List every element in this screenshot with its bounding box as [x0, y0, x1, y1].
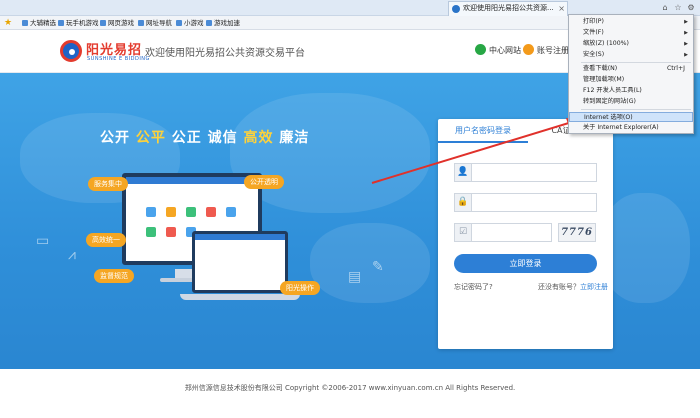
- menu-item-internet-options[interactable]: Internet 选项(O): [569, 112, 693, 122]
- forgot-password-link[interactable]: 忘记密码了?: [454, 282, 493, 292]
- menu-item-about-ie[interactable]: 关于 Internet Explorer(A): [569, 123, 693, 133]
- page-icon: [176, 20, 182, 26]
- pen-icon: ✎: [372, 259, 384, 275]
- menu-item-view-downloads[interactable]: 查看下载(N) Ctrl+J: [569, 64, 693, 74]
- site-favicon-icon: [452, 5, 460, 13]
- hero-tag: 公开透明: [244, 175, 284, 189]
- tools-menu: 打印(P) ▶ 文件(F) ▶ 缩放(Z) (100%) ▶ 安全(S) ▶ 查看下载(…: [568, 14, 694, 134]
- captcha-image[interactable]: 7776: [558, 223, 596, 242]
- fav-item[interactable]: 玩手机游戏: [58, 16, 99, 30]
- tab-username-login[interactable]: 用户名密码登录: [438, 119, 528, 143]
- laptop-illustration: [192, 231, 288, 293]
- fav-item[interactable]: 网页游戏: [100, 16, 134, 30]
- submenu-arrow-icon: ▶: [684, 41, 688, 47]
- favorites-star-icon[interactable]: ☆: [673, 3, 683, 13]
- username-input[interactable]: [474, 165, 592, 180]
- laptop-base: [180, 294, 300, 300]
- app-tile-icon: [206, 207, 216, 217]
- world-map-shape: [600, 193, 690, 303]
- captcha-field[interactable]: ☑: [454, 223, 552, 242]
- document-icon: ▤: [348, 269, 362, 285]
- page-icon: [138, 20, 144, 26]
- username-field[interactable]: 👤: [454, 163, 597, 182]
- favorites-icon[interactable]: ★: [4, 16, 12, 30]
- account-register-link[interactable]: 账号注册: [523, 44, 569, 56]
- submenu-arrow-icon: ▶: [684, 52, 688, 58]
- fav-item[interactable]: 小游戏: [176, 16, 204, 30]
- menu-item-file[interactable]: 文件(F) ▶: [569, 28, 693, 38]
- home-circle-icon: [475, 44, 486, 55]
- fav-item[interactable]: 网址导航: [138, 16, 172, 30]
- logo-subtext: SUNSHINE E BIDDING: [87, 56, 150, 62]
- hero-tag: 服务集中: [88, 177, 128, 191]
- site-slogan: 欢迎使用阳光易招公共资源交易平台: [145, 48, 305, 59]
- center-site-link[interactable]: 中心网站: [475, 44, 521, 56]
- page-footer: 郑州信源信息技术股份有限公司 Copyright ©2006-2017 www.…: [184, 384, 516, 392]
- fav-item[interactable]: 游戏加速: [206, 16, 240, 30]
- screen-header-bar: [126, 177, 258, 184]
- app-tile-icon: [166, 207, 176, 217]
- app-tile-icon: [186, 207, 196, 217]
- user-icon: 👤: [455, 164, 472, 181]
- password-input[interactable]: [474, 195, 592, 210]
- login-button[interactable]: 立即登录: [454, 254, 597, 273]
- tools-gear-icon[interactable]: ⚙: [686, 3, 696, 13]
- page-icon: [100, 20, 106, 26]
- register-now-link[interactable]: 立即注册: [580, 283, 608, 291]
- menu-item-zoom[interactable]: 缩放(Z) (100%) ▶: [569, 39, 693, 49]
- world-map-shape: [310, 223, 430, 303]
- logo-icon[interactable]: [60, 40, 82, 62]
- chart-icon: ⩘: [68, 247, 76, 263]
- browser-tab[interactable]: 欢迎使用阳光易招公共资源... ×: [448, 1, 568, 16]
- fav-item[interactable]: 大辅精选: [22, 16, 56, 30]
- app-tile-icon: [226, 207, 236, 217]
- menu-separator: [581, 62, 691, 63]
- app-tile-icon: [146, 227, 156, 237]
- menu-item-safety[interactable]: 安全(S) ▶: [569, 50, 693, 60]
- lock-icon: 🔒: [455, 194, 472, 211]
- hero-tag: 监督规范: [94, 269, 134, 283]
- page-icon: [58, 20, 64, 26]
- menu-item-print[interactable]: 打印(P) ▶: [569, 17, 693, 27]
- menu-item-pinned-sites[interactable]: 转到固定的网站(G): [569, 97, 693, 107]
- checkbox-icon: ☑: [455, 224, 472, 241]
- tab-title: 欢迎使用阳光易招公共资源...: [463, 4, 554, 12]
- home-icon[interactable]: ⌂: [660, 3, 670, 13]
- page-icon: [22, 20, 28, 26]
- user-circle-icon: [523, 44, 534, 55]
- submenu-arrow-icon: ▶: [684, 30, 688, 36]
- screen-header-bar: [195, 234, 285, 240]
- hero-tag: 阳光操作: [280, 281, 320, 295]
- app-tile-icon: [166, 227, 176, 237]
- page-icon: [206, 20, 212, 26]
- menu-separator: [581, 109, 691, 110]
- hero-tag: 高效统一: [86, 233, 126, 247]
- submenu-arrow-icon: ▶: [684, 19, 688, 25]
- app-tile-icon: [146, 207, 156, 217]
- id-card-icon: ▭: [36, 233, 50, 249]
- menu-item-f12-tools[interactable]: F12 开发人员工具(L): [569, 86, 693, 96]
- register-prompt: 还没有账号？立即注册: [538, 283, 608, 291]
- hero-slogan: 公开 公平 公正 诚信 高效 廉洁: [100, 130, 310, 146]
- menu-item-manage-addons[interactable]: 管理加载项(M): [569, 75, 693, 85]
- captcha-input[interactable]: [474, 225, 548, 240]
- password-field[interactable]: 🔒: [454, 193, 597, 212]
- tab-close-icon[interactable]: ×: [558, 2, 565, 15]
